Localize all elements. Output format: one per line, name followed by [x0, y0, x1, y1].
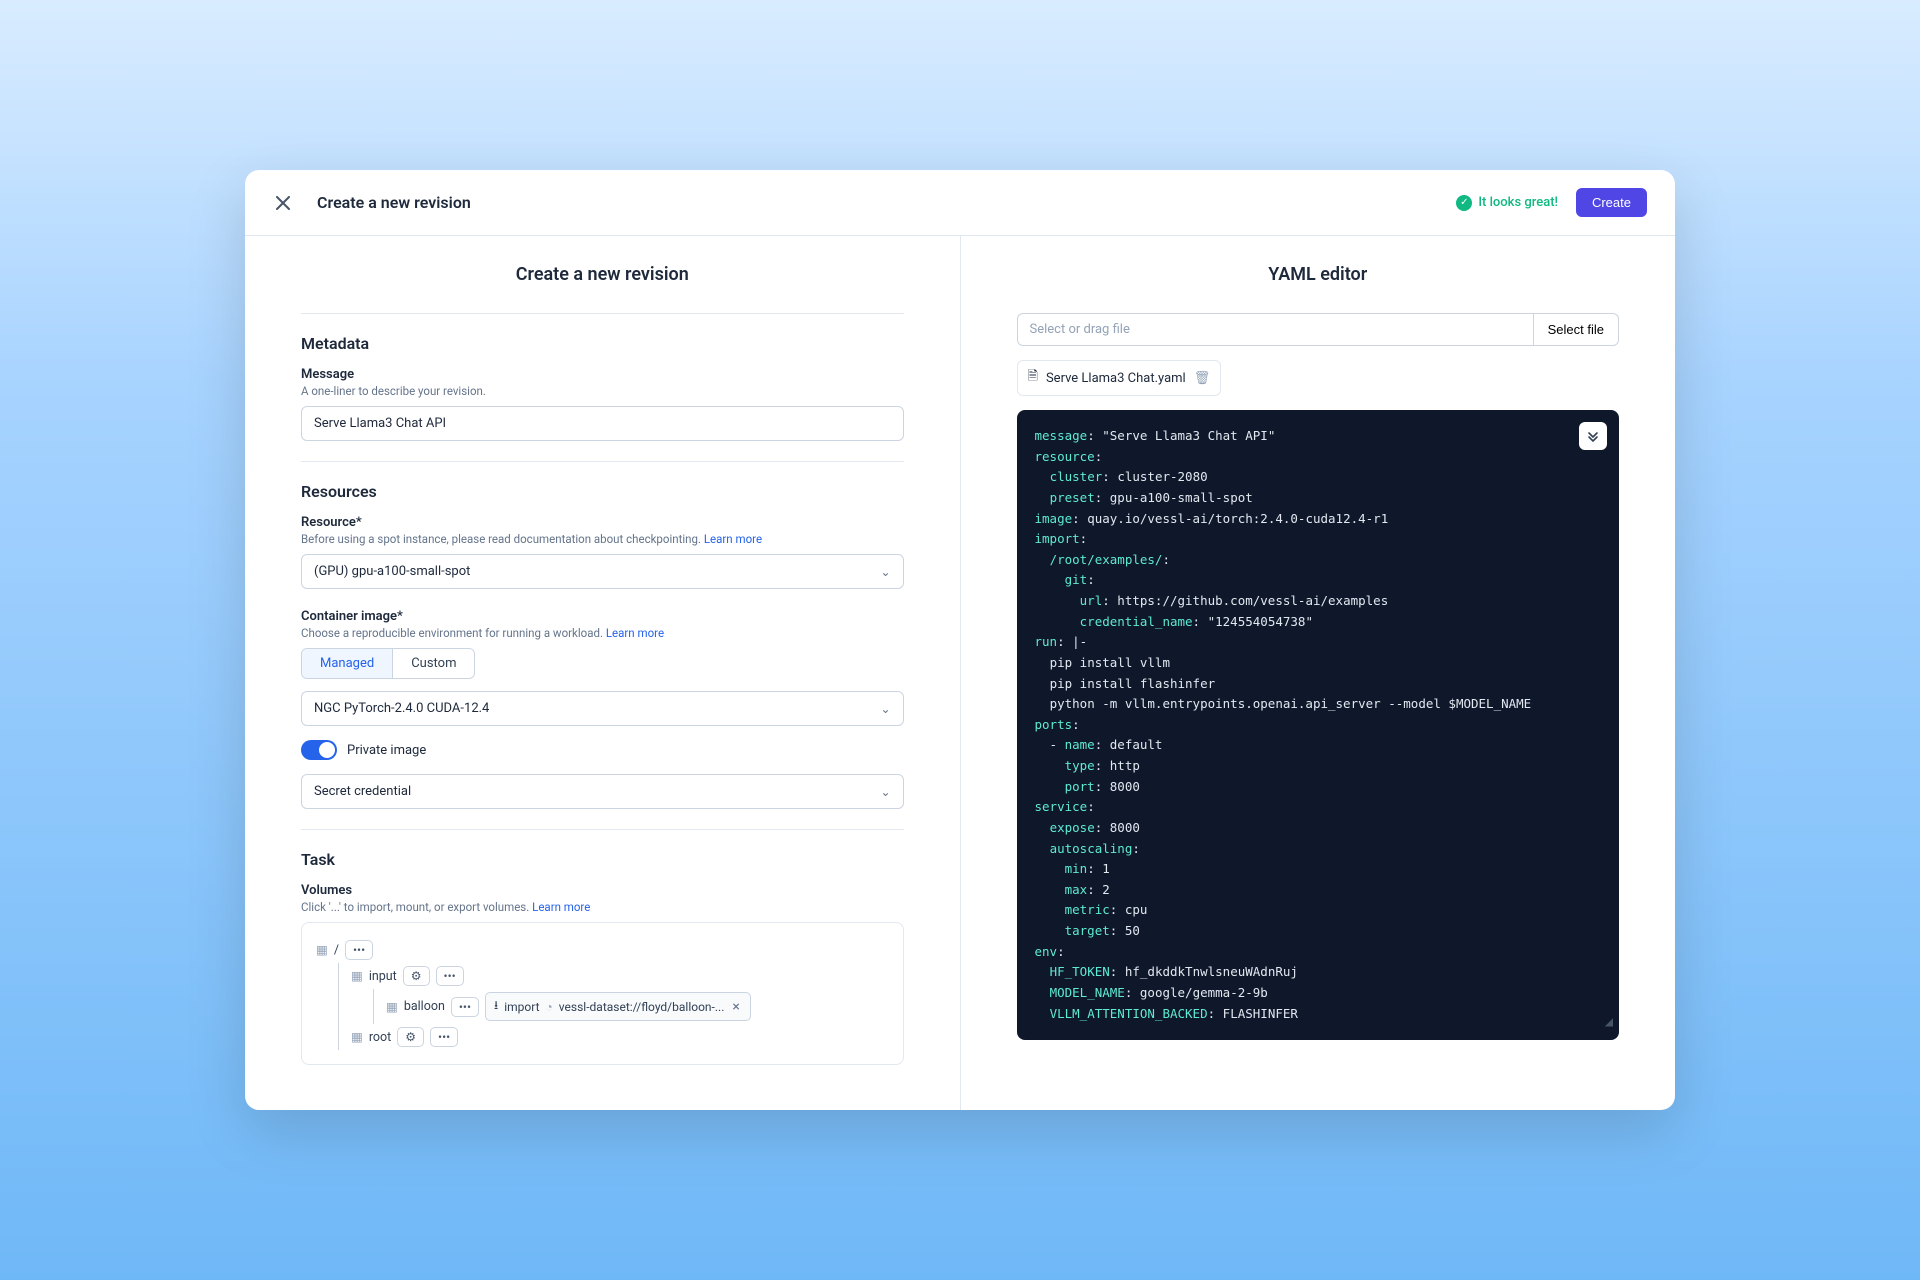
container-image-select[interactable]: NGC PyTorch-2.4.0 CUDA-12.4 ⌄	[301, 691, 904, 726]
file-drop-input[interactable]: Select or drag file	[1017, 313, 1534, 346]
private-image-toggle[interactable]	[301, 740, 337, 760]
learn-more-link[interactable]: Learn more	[704, 532, 762, 546]
private-image-label: Private image	[347, 743, 426, 758]
chevron-down-icon: ⌄	[880, 565, 890, 579]
download-icon: ⭳	[494, 996, 498, 1017]
form-panel: Create a new revision Metadata Message A…	[245, 236, 961, 1110]
task-heading: Task	[301, 850, 904, 869]
tree-folder-input: ▦ input ⚙ •••	[351, 963, 889, 989]
yaml-panel-title: YAML editor	[1017, 264, 1620, 285]
yaml-file-chip: 🗎 Serve Llama3 Chat.yaml 🗑	[1017, 360, 1222, 396]
tab-custom[interactable]: Custom	[393, 649, 474, 678]
create-button[interactable]: Create	[1576, 188, 1647, 217]
modal-title: Create a new revision	[317, 193, 471, 212]
gear-icon[interactable]: ⚙	[397, 1027, 424, 1047]
resize-handle-icon[interactable]: ◢	[1605, 1011, 1613, 1034]
form-panel-title: Create a new revision	[301, 264, 904, 285]
import-chip: ⭳ import ◔ vessl-dataset://floyd/balloon…	[485, 992, 751, 1021]
credential-select[interactable]: Secret credential ⌄	[301, 774, 904, 809]
volumes-tree: ▦ / ••• ▦ input ⚙ ••• ▦	[301, 922, 904, 1065]
tree-menu-button[interactable]: •••	[436, 966, 464, 986]
titlebar: Create a new revision ✓ It looks great! …	[245, 170, 1675, 236]
tree-folder-root: ▦ root ⚙ •••	[351, 1024, 889, 1050]
chevron-down-icon: ⌄	[880, 785, 890, 799]
learn-more-link[interactable]: Learn more	[532, 900, 590, 914]
yaml-editor[interactable]: message: "Serve Llama3 Chat API" resourc…	[1017, 410, 1620, 1040]
container-image-label: Container image*	[301, 609, 904, 624]
message-label: Message	[301, 367, 904, 382]
resource-select[interactable]: (GPU) gpu-a100-small-spot ⌄	[301, 554, 904, 589]
tree-folder-balloon: ▦ balloon ••• ⭳ import ◔ vessl-dataset:/…	[386, 989, 889, 1024]
tab-managed[interactable]: Managed	[302, 649, 393, 678]
folder-icon: ▦	[316, 942, 328, 958]
tree-menu-button[interactable]: •••	[451, 997, 479, 1017]
select-file-button[interactable]: Select file	[1534, 313, 1619, 346]
folder-icon: ▦	[351, 1029, 363, 1045]
folder-icon: ▦	[386, 999, 398, 1015]
resource-label: Resource*	[301, 515, 904, 530]
tree-root-row: ▦ / •••	[316, 937, 889, 963]
container-image-note: Choose a reproducible environment for ru…	[301, 626, 603, 640]
expand-editor-icon[interactable]	[1579, 422, 1607, 450]
folder-icon: ▦	[351, 968, 363, 984]
clock-icon: ◔	[546, 1000, 553, 1014]
metadata-heading: Metadata	[301, 334, 904, 353]
delete-file-icon[interactable]: 🗑	[1194, 371, 1211, 386]
yaml-panel: YAML editor Select or drag file Select f…	[961, 236, 1676, 1110]
resources-heading: Resources	[301, 482, 904, 501]
volumes-label: Volumes	[301, 883, 904, 898]
chevron-down-icon: ⌄	[880, 702, 890, 716]
learn-more-link[interactable]: Learn more	[606, 626, 664, 640]
remove-import-icon[interactable]: ×	[730, 999, 741, 1015]
status-text: It looks great!	[1478, 195, 1558, 210]
message-input[interactable]: Serve Llama3 Chat API	[301, 406, 904, 441]
image-source-tabs: Managed Custom	[301, 648, 475, 679]
message-note: A one-liner to describe your revision.	[301, 384, 904, 398]
modal-window: Create a new revision ✓ It looks great! …	[245, 170, 1675, 1110]
resource-note: Before using a spot instance, please rea…	[301, 532, 701, 546]
close-icon[interactable]	[273, 193, 293, 213]
gear-icon[interactable]: ⚙	[403, 966, 430, 986]
file-icon: 🗎	[1028, 367, 1038, 389]
file-picker: Select or drag file Select file	[1017, 313, 1620, 346]
tree-menu-button[interactable]: •••	[345, 940, 373, 960]
check-circle-icon: ✓	[1456, 195, 1472, 211]
validation-status: ✓ It looks great!	[1456, 195, 1558, 211]
tree-menu-button[interactable]: •••	[430, 1027, 458, 1047]
volumes-note: Click '...' to import, mount, or export …	[301, 900, 529, 914]
